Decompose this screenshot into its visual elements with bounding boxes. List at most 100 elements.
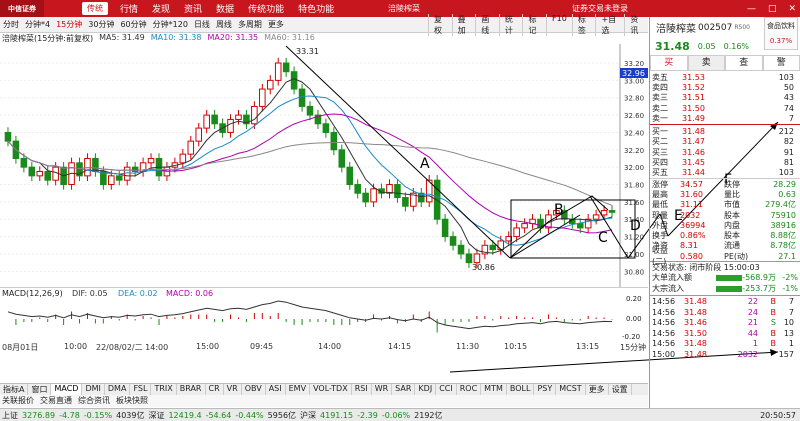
quote-cell: 36994 xyxy=(680,220,706,230)
maximize-icon[interactable]: □ xyxy=(768,4,777,14)
indicator-tab[interactable]: MACD xyxy=(51,384,83,395)
bottom-tab[interactable]: 关联报价 xyxy=(2,395,34,407)
order-book-row[interactable]: 买二 31.47 82 xyxy=(650,137,800,147)
order-book-row[interactable]: 卖三 31.51 43 xyxy=(650,93,800,103)
minimize-icon[interactable]: — xyxy=(747,4,756,14)
hs-label[interactable]: 沪深 xyxy=(300,410,316,421)
menu-item[interactable]: 发现 xyxy=(152,2,170,15)
level-price: 31.44 xyxy=(682,168,705,178)
order-book-row[interactable]: 买五 31.44 103 xyxy=(650,168,800,178)
macd-chart[interactable]: MACD(12,26,9) DIF: 0.05 DEA: 0.02 MACD: … xyxy=(0,287,648,342)
menu-item[interactable]: 特色功能 xyxy=(298,2,334,15)
period-tab[interactable]: 分钟*120 xyxy=(150,19,191,30)
sh-label[interactable]: 上证 xyxy=(2,410,18,421)
tick-cell: 21 xyxy=(747,318,758,328)
period-tab[interactable]: 周线 xyxy=(213,19,235,30)
menu-item[interactable]: 数据 xyxy=(216,2,234,15)
indicator-tab[interactable]: VR xyxy=(224,384,242,395)
alert-button[interactable]: 警 xyxy=(762,55,800,71)
price-axis-label: 31.80 xyxy=(624,182,644,190)
period-tab-active[interactable]: 15分钟 xyxy=(53,19,85,30)
macd-dea: DEA: 0.02 xyxy=(118,289,158,298)
time-label: 14:15 xyxy=(388,342,412,351)
sz-label[interactable]: 深证 xyxy=(148,410,164,421)
indicator-tab[interactable]: BOLL xyxy=(507,384,535,395)
order-book-row[interactable]: 买一 31.48 212 xyxy=(650,126,800,136)
order-book-row[interactable]: 买四 31.45 81 xyxy=(650,157,800,167)
query-button[interactable]: 查 xyxy=(725,55,763,71)
quote-cell: 31.60 xyxy=(680,189,703,199)
period-tab[interactable]: 分钟*4 xyxy=(22,19,53,30)
category-chip[interactable]: 食品饮料 0.37% xyxy=(764,17,798,50)
candle-body xyxy=(235,114,242,120)
indicator-tab[interactable]: CCI xyxy=(436,384,457,395)
menu-item[interactable]: 传统功能 xyxy=(248,2,284,15)
time-axis: 08月01日 10:00 22/08/02/二 14:00 15:00 09:4… xyxy=(0,342,648,354)
indicator-tab[interactable]: VOL-TDX xyxy=(310,384,352,395)
period-tab[interactable]: 分时 xyxy=(0,19,22,30)
tick-cell: B xyxy=(770,339,777,349)
indicator-tab[interactable]: TRIX xyxy=(151,384,177,395)
indicator-tab[interactable]: RSI xyxy=(352,384,372,395)
order-book-row[interactable]: 买三 31.46 91 xyxy=(650,147,800,157)
sz-pct: -0.44% xyxy=(235,410,264,420)
indicator-tab[interactable]: DMI xyxy=(82,384,105,395)
ma40-line xyxy=(7,140,613,206)
price-axis-label: 31.20 xyxy=(624,234,644,242)
indicator-tab[interactable]: KDJ xyxy=(415,384,437,395)
bottom-tab[interactable]: 交易直通 xyxy=(40,395,72,407)
order-book-row[interactable]: 卖四 31.52 50 xyxy=(650,82,800,92)
indicator-tab[interactable]: EMV xyxy=(286,384,311,395)
dif-line xyxy=(7,300,613,330)
tick-cell: 31.48 xyxy=(684,297,707,307)
indicator-tab[interactable]: DMA xyxy=(105,384,131,395)
indicator-tab[interactable]: BRAR xyxy=(177,384,206,395)
candle-body xyxy=(354,184,361,194)
quote-panel: 涪陵榨菜 002507 R500 食品饮料 0.37% 31.48 0.05 0… xyxy=(649,17,800,408)
sell-button[interactable]: 卖 xyxy=(687,55,725,71)
indicator-tab[interactable]: SAR xyxy=(392,384,416,395)
bottom-tab[interactable]: 板块快照 xyxy=(116,395,148,407)
kline-chart[interactable]: 33.20 33.00 32.80 32.60 32.40 32.20 32.00 31.80… xyxy=(0,44,648,287)
indicator-tab[interactable]: CR xyxy=(206,384,224,395)
menu-item[interactable]: 行情 xyxy=(120,2,138,15)
period-tab[interactable]: 30分钟 xyxy=(85,19,117,30)
period-tab[interactable]: 更多 xyxy=(265,19,287,30)
quote-row: 最低 31.11 市值 279.4亿 xyxy=(650,200,800,210)
candle-body xyxy=(259,88,266,107)
indicator-tab[interactable]: 设置 xyxy=(609,384,632,395)
indicator-tab[interactable]: ROC xyxy=(457,384,482,395)
tick-row: 14:56 31.48 1 B 1 xyxy=(650,338,800,349)
period-tab[interactable]: 多周期 xyxy=(235,19,265,30)
level-volume: 43 xyxy=(783,93,794,103)
menu-item[interactable]: 资讯 xyxy=(184,2,202,15)
mode-select[interactable]: 传统 xyxy=(82,2,108,15)
stock-name: 涪陵榨菜 xyxy=(656,24,696,35)
level-label: 卖一 xyxy=(652,113,668,123)
buy-button[interactable]: 买 xyxy=(650,55,688,71)
indicator-tab[interactable]: ASI xyxy=(266,384,286,395)
price-change: 0.05 xyxy=(697,41,716,51)
window-title: 涪陵榨菜 xyxy=(388,4,420,13)
order-book-row[interactable]: 卖一 31.49 7 xyxy=(650,113,800,123)
indicator-tab[interactable]: 更多 xyxy=(586,384,609,395)
period-tab[interactable]: 60分钟 xyxy=(117,19,149,30)
indicator-tab[interactable]: MCST xyxy=(556,384,586,395)
tick-cell: 31.48 xyxy=(684,349,707,359)
candle-body xyxy=(497,240,505,251)
indicator-tab[interactable]: 窗口 xyxy=(28,384,52,395)
order-book-row[interactable]: 卖二 31.50 74 xyxy=(650,103,800,113)
close-icon[interactable]: ✕ xyxy=(788,4,796,14)
indicator-tab[interactable]: FSL xyxy=(130,384,152,395)
period-tab[interactable]: 日线 xyxy=(191,19,213,30)
order-book-row[interactable]: 卖五 31.53 103 xyxy=(650,72,800,82)
quote-cell: 28.29 xyxy=(773,179,796,189)
login-status[interactable]: 证券交易未登录 xyxy=(572,3,628,14)
indicator-tab[interactable]: OBV xyxy=(242,384,266,395)
bottom-tab[interactable]: 综合资讯 xyxy=(78,395,110,407)
indicator-tab[interactable]: PSY xyxy=(534,384,557,395)
level-price: 31.50 xyxy=(682,103,705,113)
indicator-tab[interactable]: MTM xyxy=(481,384,507,395)
indicator-tab[interactable]: 指标A xyxy=(0,384,29,395)
indicator-tab[interactable]: WR xyxy=(372,384,393,395)
